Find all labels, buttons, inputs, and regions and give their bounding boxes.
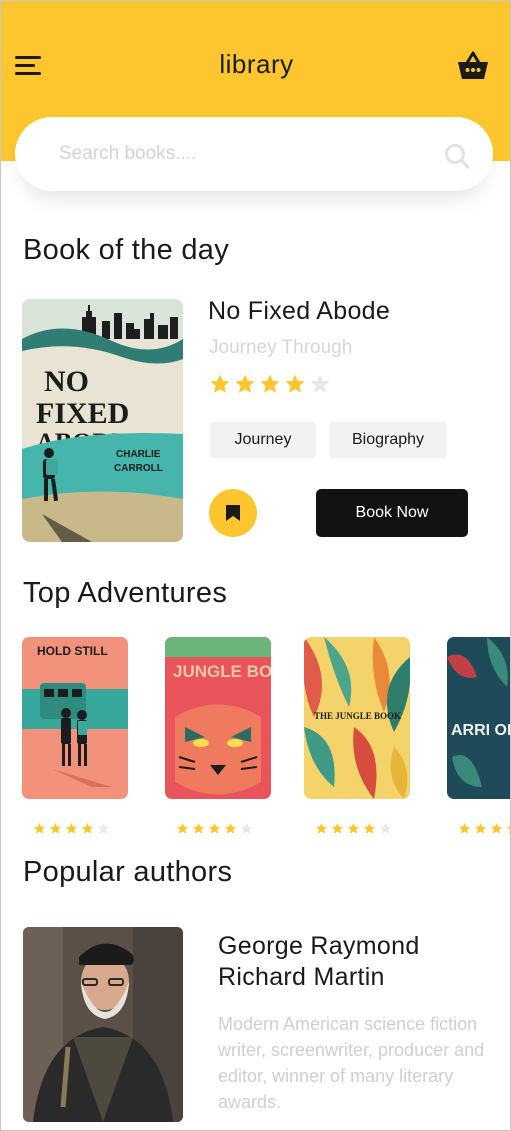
adventure-3-star-icon-5 [379, 822, 392, 840]
shopping-basket-icon[interactable] [455, 49, 491, 83]
adventure-4-star-icon-3 [490, 822, 503, 840]
cover-title-line-2: FIXED [36, 397, 129, 430]
cover-title-the-jungle-book: THE JUNGLE BOOK [314, 711, 401, 721]
book-rating [209, 373, 331, 400]
author-photo[interactable] [23, 927, 183, 1122]
adventure-4-star-icon-2 [474, 822, 487, 840]
book-of-the-day-star-icon-1 [209, 373, 231, 400]
adventure-book-card-2[interactable]: JUNGLE BOOK [165, 637, 271, 799]
adventure-book-card-1[interactable]: HOLD STILL [22, 637, 128, 799]
book-title[interactable]: No Fixed Abode [208, 297, 390, 326]
cover-author-line-1: CHARLIE [116, 449, 161, 460]
adventure-2-star-icon-5 [240, 822, 253, 840]
tag-journey[interactable]: Journey [210, 422, 316, 458]
app-title: library [219, 49, 294, 79]
author-name[interactable]: George Raymond Richard Martin [218, 931, 498, 993]
book-of-the-day-star-icon-4 [284, 373, 306, 400]
book-of-the-day-star-icon-3 [259, 373, 281, 400]
adventure-3-star-icon-3 [347, 822, 360, 840]
adventure-1-star-icon-3 [65, 822, 78, 840]
book-of-the-day-star-icon-2 [234, 373, 256, 400]
adventure-book-card-4[interactable]: ARRI OF SOME [447, 637, 511, 799]
adventure-book-rating-1 [33, 822, 110, 840]
cover-author-line-2: CARROLL [114, 463, 163, 474]
adventure-1-star-icon-4 [81, 822, 94, 840]
bookmark-icon [226, 505, 240, 521]
adventure-2-star-icon-3 [208, 822, 221, 840]
adventure-1-star-icon-1 [33, 822, 46, 840]
adventure-book-rating-3 [315, 822, 392, 840]
cover-title-jungle-book: JUNGLE BOOK [173, 662, 271, 681]
adventure-2-star-icon-2 [192, 822, 205, 840]
bookmark-button[interactable] [209, 489, 257, 537]
adventure-4-star-icon-4 [506, 822, 510, 840]
adventure-1-star-icon-2 [49, 822, 62, 840]
search-bar [15, 117, 493, 191]
cover-title-hold-still: HOLD STILL [37, 644, 108, 658]
popular-authors-heading: Popular authors [23, 856, 233, 888]
book-of-the-day-cover[interactable]: NO FIXED ABODE CHARLIE CARROLL [22, 299, 183, 542]
search-icon[interactable] [443, 142, 471, 170]
tag-biography[interactable]: Biography [329, 422, 447, 458]
adventure-1-star-icon-5 [97, 822, 110, 840]
book-now-button[interactable]: Book Now [316, 489, 468, 537]
app-frame: library Book of the day [0, 0, 511, 1131]
cover-title-line-1: NO [44, 365, 89, 398]
adventure-book-rating-2 [176, 822, 253, 840]
adventure-2-star-icon-4 [224, 822, 237, 840]
adventure-3-star-icon-1 [315, 822, 328, 840]
adventure-book-rating-4 [458, 822, 510, 840]
author-bio: Modern American science fiction writer, … [218, 1014, 485, 1112]
adventure-3-star-icon-4 [363, 822, 376, 840]
search-input[interactable] [59, 139, 419, 169]
adventure-4-star-icon-1 [458, 822, 471, 840]
cover-title-arrival: ARRI OF SOME [451, 722, 511, 739]
book-of-the-day-star-icon-5 [309, 373, 331, 400]
book-of-the-day-heading: Book of the day [23, 234, 230, 266]
top-adventures-heading: Top Adventures [23, 577, 228, 609]
book-subtitle: Journey Through [209, 337, 353, 358]
adventure-3-star-icon-2 [331, 822, 344, 840]
adventure-book-card-3[interactable]: THE JUNGLE BOOK [304, 637, 410, 799]
adventure-2-star-icon-1 [176, 822, 189, 840]
